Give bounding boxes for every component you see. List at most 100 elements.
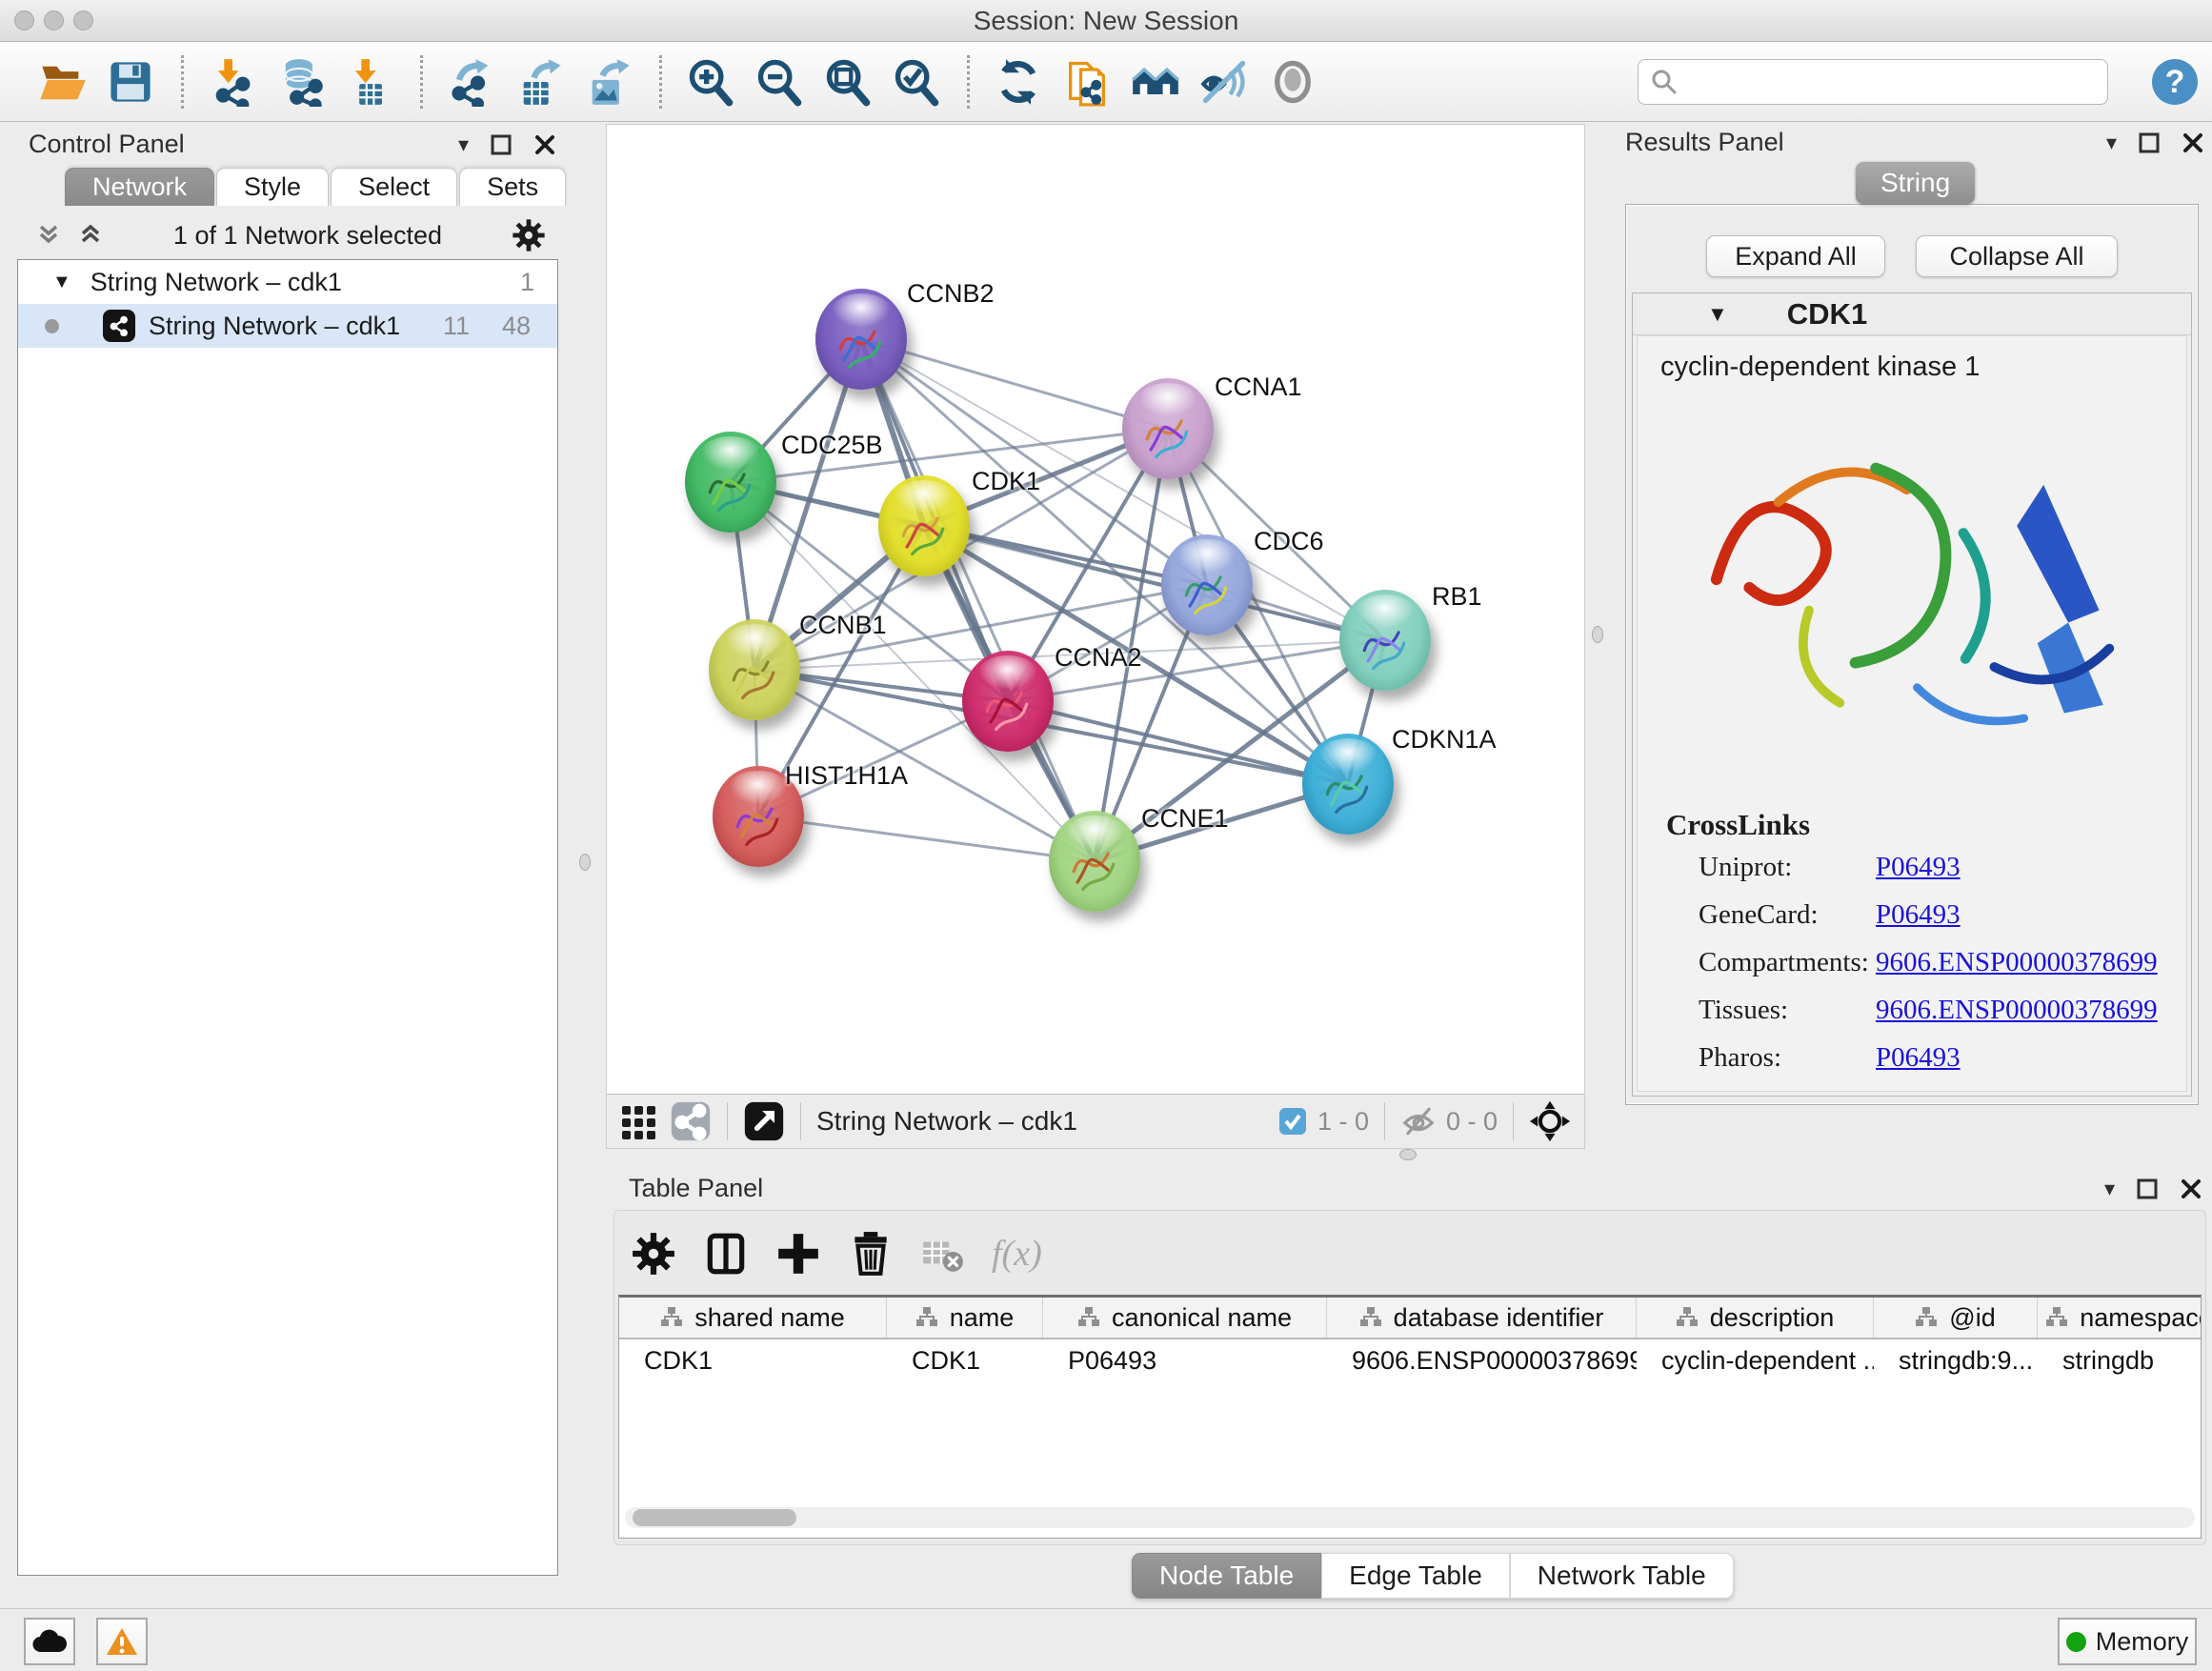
- table-settings-gear-icon[interactable]: [630, 1230, 677, 1278]
- column-header-shared-name[interactable]: shared name: [619, 1298, 887, 1338]
- zoom-fit-icon[interactable]: [820, 54, 875, 110]
- left-splitter-handle[interactable]: [579, 854, 591, 871]
- node-CDC25B[interactable]: [685, 432, 776, 533]
- control-panel-close-icon[interactable]: [533, 133, 556, 156]
- tab-node-table[interactable]: Node Table: [1132, 1553, 1321, 1599]
- results-panel-float-icon[interactable]: [2138, 131, 2161, 154]
- column-header-description[interactable]: description: [1637, 1298, 1874, 1338]
- delete-table-icon[interactable]: [919, 1230, 967, 1278]
- node-CCNB1[interactable]: [709, 619, 800, 720]
- table-panel-menu-icon[interactable]: ▾: [2104, 1178, 2115, 1199]
- column-header-name[interactable]: name: [887, 1298, 1043, 1338]
- create-column-icon[interactable]: [774, 1230, 822, 1278]
- control-panel-float-icon[interactable]: [490, 133, 513, 156]
- zoom-selected-icon[interactable]: [889, 54, 944, 110]
- table-panel-float-icon[interactable]: [2136, 1178, 2159, 1200]
- gene-section-header[interactable]: ▼ CDK1: [1633, 293, 2191, 335]
- selected-checkbox-icon[interactable]: [1277, 1106, 1308, 1137]
- birdseye-toggle-icon[interactable]: [1529, 1100, 1571, 1142]
- node-CDKN1A[interactable]: [1302, 734, 1394, 835]
- open-in-new-window-icon[interactable]: [743, 1100, 785, 1142]
- collapse-all-button[interactable]: Collapse All: [1916, 235, 2118, 277]
- column-header--id[interactable]: @id: [1874, 1298, 2038, 1338]
- network-canvas[interactable]: CCNB2CCNA1CDC25BCDK1CDC6RB1CCNB1CCNA2CDK…: [607, 125, 1584, 1094]
- cell--id[interactable]: stringdb:9...: [1874, 1339, 2038, 1381]
- edge-HIST1H1A-CCNE1[interactable]: [758, 816, 1095, 861]
- search-input[interactable]: [1638, 59, 2108, 105]
- zoom-out-icon[interactable]: [752, 54, 807, 110]
- memory-button[interactable]: Memory: [2058, 1618, 2197, 1665]
- tab-style[interactable]: Style: [216, 168, 329, 206]
- home-panels-icon[interactable]: [1128, 54, 1183, 110]
- collapse-all-icon[interactable]: [34, 221, 63, 250]
- function-builder-icon[interactable]: f(x): [992, 1233, 1042, 1275]
- node-CCNA2[interactable]: [962, 651, 1054, 752]
- open-file-icon[interactable]: [34, 54, 90, 110]
- birdseye-view-icon[interactable]: [1265, 54, 1320, 110]
- node-CCNB2[interactable]: [815, 289, 907, 390]
- hide-graphics-details-icon[interactable]: [1196, 54, 1252, 110]
- section-collapse-icon[interactable]: ▼: [1707, 302, 1728, 327]
- warnings-button[interactable]: [96, 1618, 148, 1665]
- column-header-database-identifier[interactable]: database identifier: [1327, 1298, 1637, 1338]
- crosslink-genecard-link[interactable]: P06493: [1876, 899, 2186, 931]
- network-row[interactable]: String Network – cdk1 11 48: [18, 304, 557, 348]
- horizontal-scrollbar[interactable]: [625, 1507, 2195, 1528]
- column-header-namespace[interactable]: namespace: [2038, 1298, 2202, 1338]
- show-columns-icon[interactable]: [702, 1230, 750, 1278]
- tab-network-table[interactable]: Network Table: [1510, 1553, 1734, 1599]
- crosslink-tissues-link[interactable]: 9606.ENSP00000378699: [1876, 995, 2186, 1026]
- import-network-database-icon[interactable]: [273, 54, 329, 110]
- expand-all-icon[interactable]: [76, 221, 105, 250]
- expand-all-button[interactable]: Expand All: [1706, 235, 1885, 277]
- node-CCNE1[interactable]: [1049, 811, 1140, 912]
- tab-edge-table[interactable]: Edge Table: [1321, 1553, 1510, 1599]
- node-CCNA1[interactable]: [1122, 378, 1214, 479]
- export-table-icon[interactable]: [513, 54, 568, 110]
- node-CDC6[interactable]: [1161, 534, 1253, 635]
- string-share-icon[interactable]: [670, 1100, 712, 1142]
- delete-column-trash-icon[interactable]: [847, 1230, 895, 1278]
- help-button[interactable]: ?: [2151, 58, 2199, 106]
- column-header-canonical-name[interactable]: canonical name: [1043, 1298, 1327, 1338]
- import-table-file-icon[interactable]: [342, 54, 397, 110]
- horizontal-splitter-handle[interactable]: [1399, 1149, 1417, 1160]
- results-panel-menu-icon[interactable]: ▾: [2106, 132, 2117, 153]
- cell-namespace[interactable]: stringdb: [2038, 1339, 2202, 1381]
- node-CDK1[interactable]: [878, 475, 970, 576]
- crosslink-uniprot-link[interactable]: P06493: [1876, 852, 2186, 883]
- refresh-icon[interactable]: [991, 54, 1046, 110]
- table-row[interactable]: CDK1CDK1P064939606.ENSP00000378699cyclin…: [619, 1339, 2201, 1381]
- cell-name[interactable]: CDK1: [887, 1339, 1043, 1381]
- tab-select[interactable]: Select: [331, 168, 457, 206]
- network-options-gear-icon[interactable]: [511, 217, 547, 253]
- grid-view-icon[interactable]: [620, 1102, 658, 1140]
- collection-expand-icon[interactable]: ▼: [52, 272, 71, 293]
- import-network-file-icon[interactable]: [205, 54, 260, 110]
- tab-network[interactable]: Network: [65, 168, 214, 206]
- cell-canonical-name[interactable]: P06493: [1043, 1339, 1327, 1381]
- export-network-icon[interactable]: [444, 54, 499, 110]
- hidden-eye-icon[interactable]: [1400, 1105, 1437, 1137]
- scrollbar-thumb[interactable]: [633, 1509, 796, 1526]
- results-panel-close-icon[interactable]: [2182, 131, 2204, 154]
- cloud-status-button[interactable]: [24, 1618, 75, 1665]
- crosslink-label: Tissues:: [1699, 995, 1876, 1026]
- import-network-clipboard-icon[interactable]: [1059, 54, 1115, 110]
- save-session-icon[interactable]: [103, 54, 158, 110]
- cell-description[interactable]: cyclin-dependent ...: [1637, 1339, 1874, 1381]
- cell-database-identifier[interactable]: 9606.ENSP00000378699: [1327, 1339, 1637, 1381]
- cell-shared-name[interactable]: CDK1: [619, 1339, 887, 1381]
- crosslink-pharos-link[interactable]: P06493: [1876, 1042, 2186, 1074]
- tab-sets[interactable]: Sets: [459, 168, 566, 206]
- edge-CCNB2-CCNA1[interactable]: [861, 339, 1168, 429]
- table-panel-close-icon[interactable]: [2180, 1178, 2202, 1200]
- control-panel-menu-icon[interactable]: ▾: [458, 134, 469, 155]
- network-collection-row[interactable]: ▼ String Network – cdk1 1: [18, 260, 557, 304]
- zoom-in-icon[interactable]: [683, 54, 738, 110]
- tab-string[interactable]: String: [1856, 162, 1975, 204]
- right-splitter-handle[interactable]: [1592, 626, 1603, 643]
- crosslink-compartments-link[interactable]: 9606.ENSP00000378699: [1876, 947, 2186, 978]
- export-image-icon[interactable]: [581, 54, 636, 110]
- node-RB1[interactable]: [1339, 590, 1431, 691]
